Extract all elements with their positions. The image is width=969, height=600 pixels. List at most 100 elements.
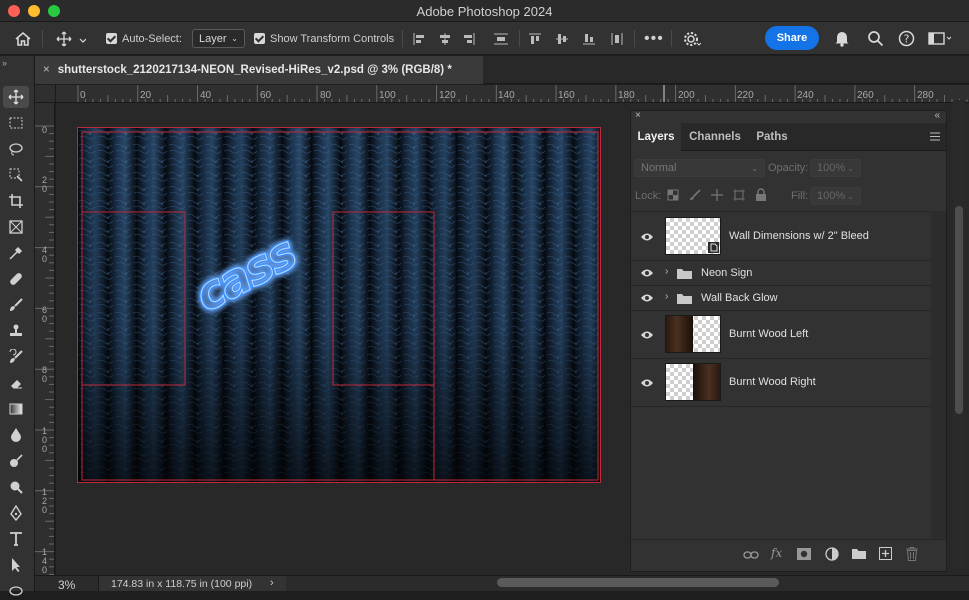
clone-stamp-tool-icon[interactable] [3,320,29,342]
layer-row[interactable]: Burnt Wood Left [631,311,931,359]
lock-artboard-icon[interactable] [733,189,745,204]
align-right-icon[interactable] [462,22,476,55]
close-panel-icon[interactable]: × [635,110,641,121]
eye-icon[interactable] [640,268,654,278]
canvas-vertical-scrollbar[interactable] [953,100,965,570]
tab-paths[interactable]: Paths [749,123,795,151]
eraser-tool-icon[interactable] [3,372,29,394]
chevron-right-icon[interactable]: › [665,291,668,302]
close-tab-icon[interactable]: × [43,64,50,76]
collapse-panel-icon[interactable]: « [934,110,940,121]
align-bottom-icon[interactable] [582,22,596,55]
layer-row[interactable]: › Neon Sign [631,261,931,286]
shape-tool-icon[interactable] [3,578,29,600]
fill-field[interactable]: 100% ⌄ [810,187,861,205]
type-tool-icon[interactable] [3,528,29,550]
tab-channels[interactable]: Channels [683,123,747,151]
help-icon[interactable]: ? [898,30,915,50]
layer-name: Neon Sign [701,267,753,279]
layer-row[interactable]: Burnt Wood Right [631,359,931,407]
fx-icon[interactable]: fx [771,546,782,560]
pen-tool-icon[interactable] [3,502,29,524]
opacity-field[interactable]: 100% ⌄ [810,159,861,177]
frame-tool-icon[interactable] [3,216,29,238]
lock-transparent-icon[interactable] [667,189,679,204]
show-transform-label: Show Transform Controls [270,32,395,45]
eye-icon[interactable] [640,232,654,242]
canvas-horizontal-scrollbar[interactable] [497,578,779,587]
workspace-icon[interactable] [928,31,952,49]
new-group-icon[interactable] [852,548,866,562]
panel-menu-icon[interactable] [930,132,940,144]
ruler-origin[interactable] [35,85,56,103]
scroll-thumb[interactable] [955,206,963,414]
blur-tool-icon[interactable] [3,424,29,446]
ruler-label: 20 [42,175,48,194]
trash-icon[interactable] [906,547,918,564]
show-transform-controls-checkbox[interactable]: Show Transform Controls [254,22,394,55]
lock-position-icon[interactable] [711,189,723,204]
collapse-toolbar-icon[interactable]: » [2,58,7,68]
horizontal-ruler[interactable]: 0 20 40 60 80 100 120 140 160 180 200 22… [56,85,969,103]
document-info: 174.83 in x 118.75 in (100 ppi) [111,578,253,590]
blend-mode-dropdown[interactable]: Normal ⌄ [634,159,765,177]
auto-select-checkbox[interactable]: Auto-Select: [106,22,182,55]
zoom-level[interactable]: 3% [58,578,75,592]
document-tab[interactable]: × shutterstock_2120217134-NEON_Revised-H… [35,56,483,84]
bell-icon[interactable] [834,30,850,50]
eye-icon[interactable] [640,293,654,303]
object-selection-tool-icon[interactable] [3,164,29,186]
search-icon[interactable] [867,30,884,50]
healing-brush-tool-icon[interactable] [3,268,29,290]
separator [519,30,520,47]
ruler-label: 200 [678,90,695,101]
layer-name: Burnt Wood Right [729,376,816,388]
move-tool-preset-icon[interactable] [56,22,86,55]
title-bar: Adobe Photoshop 2024 [0,0,969,22]
chevron-down-icon: ⌄ [847,191,854,201]
align-left-icon[interactable] [412,22,426,55]
more-options-icon[interactable]: ••• [644,22,664,55]
distribute-v-icon[interactable] [610,22,624,55]
history-brush-tool-icon[interactable] [3,346,29,368]
chevron-right-icon[interactable]: › [665,266,668,277]
zoom-tool-icon[interactable] [3,476,29,498]
move-tool-icon[interactable] [3,86,29,108]
layer-row[interactable]: Wall Dimensions w/ 2" Bleed [631,212,931,261]
adjustment-layer-icon[interactable] [825,547,839,564]
lock-pixels-icon[interactable] [689,189,701,204]
align-top-icon[interactable] [528,22,542,55]
align-center-h-icon[interactable] [438,22,452,55]
gear-icon[interactable] [683,22,701,55]
marquee-tool-icon[interactable] [3,112,29,134]
dodge-tool-icon[interactable] [3,450,29,472]
lock-all-icon[interactable] [755,188,767,204]
eye-icon[interactable] [640,378,654,388]
layer-row[interactable]: › Wall Back Glow [631,286,931,311]
crop-tool-icon[interactable] [3,190,29,212]
layer-name: Wall Dimensions w/ 2" Bleed [729,230,869,242]
ruler-label: 40 [200,90,212,101]
lasso-tool-icon[interactable] [3,138,29,160]
document-canvas[interactable]: cass cass [77,127,601,483]
tab-layers[interactable]: Layers [631,123,681,151]
link-layers-icon[interactable] [743,550,759,563]
share-button[interactable]: Share [765,26,819,50]
home-icon[interactable] [14,22,32,55]
add-mask-icon[interactable] [797,548,811,563]
vertical-ruler[interactable]: 0 20 40 60 80 100 120 140 [35,103,55,591]
eye-icon[interactable] [640,330,654,340]
path-selection-tool-icon[interactable] [3,554,29,576]
layers-scrollbar[interactable] [931,211,946,539]
panel-tabs: Layers Channels Paths [631,123,946,151]
ruler-label: 140 [42,547,48,575]
distribute-icon[interactable] [493,22,509,55]
brush-tool-icon[interactable] [3,294,29,316]
gradient-tool-icon[interactable] [3,398,29,420]
align-middle-v-icon[interactable] [555,22,569,55]
new-layer-icon[interactable] [879,547,892,563]
auto-select-dropdown[interactable]: Layer ⌄ [192,29,245,48]
eyedropper-tool-icon[interactable] [3,242,29,264]
ruler-label: 120 [439,90,456,101]
chevron-right-icon[interactable]: › [270,577,274,589]
